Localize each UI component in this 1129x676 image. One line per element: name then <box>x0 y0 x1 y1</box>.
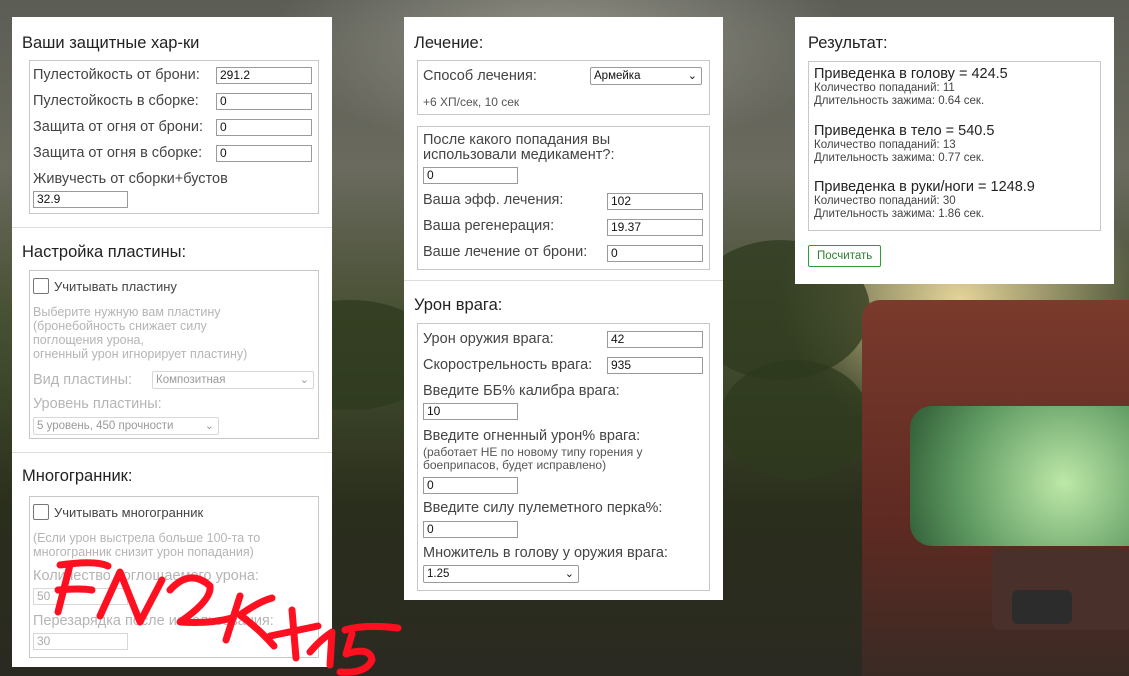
enemy-box: Урон оружия врага: 42 Скорострельность в… <box>417 323 710 591</box>
result-body-duration: Длительность зажима: 0.77 сек. <box>814 152 985 164</box>
result-block-limbs: Приведенка в руки/ноги = 1248.9 Количест… <box>814 179 1035 221</box>
background-tree <box>720 360 870 480</box>
result-block-body: Приведенка в тело = 540.5 Количество поп… <box>814 123 994 165</box>
result-head-duration: Длительность зажима: 0.64 сек. <box>814 95 985 107</box>
divider <box>12 227 332 228</box>
plate-checkbox[interactable] <box>33 278 49 294</box>
armor-fire-input[interactable]: 0 <box>216 119 312 136</box>
plate-type-value: Композитная <box>156 374 226 386</box>
enemy-fire-note: (работает НЕ по новому типу горения у <box>423 445 643 459</box>
left-panel: Ваши защитные хар-ки Пулестойкость от бр… <box>12 17 332 667</box>
result-limbs-hits: Количество попаданий: 30 <box>814 195 956 207</box>
mg-perk-input[interactable]: 0 <box>423 521 518 538</box>
plate-desc-line: огненный урон игнорирует пластину) <box>33 347 248 361</box>
healing-details-box: После какого попадания вы использовали м… <box>417 126 710 270</box>
middle-panel: Лечение: Способ лечения: Армейка ⌄ +6 ХП… <box>404 17 723 600</box>
build-fire-input[interactable]: 0 <box>216 145 312 162</box>
enemy-rof-label: Скорострельность врага: <box>423 357 593 373</box>
plate-desc-line: (бронебойность снижает силу <box>33 319 207 333</box>
healing-method-note: +6 ХП/сек, 10 сек <box>423 95 520 109</box>
result-head-hits: Количество попаданий: 11 <box>814 82 955 94</box>
plate-box: Учитывать пластину Выберите нужную вам п… <box>29 270 319 439</box>
head-mult-label: Множитель в голову у оружия врага: <box>423 545 668 561</box>
result-block-head: Приведенка в голову = 424.5 Количество п… <box>814 66 1008 108</box>
healing-method-value: Армейка <box>594 70 641 82</box>
healing-question-line: После какого попадания вы <box>423 132 611 148</box>
healing-question-line: использовали медикамент?: <box>423 147 615 163</box>
build-bullet-input[interactable]: 0 <box>216 93 312 110</box>
defense-box: Пулестойкость от брони: 291.2 Пулестойко… <box>29 60 319 214</box>
result-head-value: Приведенка в голову = 424.5 <box>814 66 1008 82</box>
plate-type-select[interactable]: Композитная ⌄ <box>152 371 314 389</box>
plate-level-select[interactable]: 5 уровень, 450 прочности ⌄ <box>33 417 219 435</box>
enemy-damage-input[interactable]: 42 <box>607 331 703 348</box>
armor-heal-label: Ваше лечение от брони: <box>423 244 588 260</box>
background-vehicle <box>862 300 1129 676</box>
armor-heal-input[interactable]: 0 <box>607 245 703 262</box>
vehicle-scope <box>910 406 1129 546</box>
healing-title: Лечение: <box>414 34 484 52</box>
polyhedron-desc-line: (Если урон выстрела больше 100-та то <box>33 531 261 545</box>
head-mult-select[interactable]: 1.25 ⌄ <box>423 565 579 583</box>
armor-fire-label: Защита от огня от брони: <box>33 119 204 135</box>
head-mult-value: 1.25 <box>427 568 450 580</box>
heal-efficiency-input[interactable]: 102 <box>607 193 703 210</box>
regen-input[interactable]: 19.37 <box>607 219 703 236</box>
absorb-label: Количество поглощаемого урона: <box>33 568 259 584</box>
regen-label: Ваша регенерация: <box>423 218 555 234</box>
enemy-fire-input[interactable]: 0 <box>423 477 518 494</box>
build-bullet-label: Пулестойкость в сборке: <box>33 93 199 109</box>
healing-hit-input[interactable]: 0 <box>423 167 518 184</box>
enemy-pen-input[interactable]: 10 <box>423 403 518 420</box>
enemy-fire-note: боеприпасов, будет исправлено) <box>423 458 607 472</box>
chevron-down-icon: ⌄ <box>204 420 214 432</box>
vehicle-badge <box>1012 590 1072 624</box>
healing-method-box: Способ лечения: Армейка ⌄ +6 ХП/сек, 10 … <box>417 60 710 115</box>
vitality-input[interactable]: 32.9 <box>33 191 128 208</box>
plate-level-label: Уровень пластины: <box>33 396 162 412</box>
result-body-value: Приведенка в тело = 540.5 <box>814 123 995 139</box>
enemy-pen-label: Введите ББ% калибра врага: <box>423 383 620 399</box>
plate-checkbox-label: Учитывать пластину <box>54 279 177 294</box>
polyhedron-title: Многогранник: <box>22 467 133 485</box>
enemy-fire-label: Введите огненный урон% врага: <box>423 428 641 444</box>
result-body-hits: Количество попаданий: 13 <box>814 139 956 151</box>
armor-bullet-label: Пулестойкость от брони: <box>33 67 200 83</box>
defense-title: Ваши защитные хар-ки <box>22 34 200 52</box>
plate-desc-line: поглощения урона, <box>33 333 144 347</box>
enemy-title: Урон врага: <box>414 296 503 314</box>
enemy-damage-label: Урон оружия врага: <box>423 331 554 347</box>
vitality-label: Живучесть от сборки+бустов <box>33 171 228 187</box>
mg-perk-label: Введите силу пулеметного перка%: <box>423 500 663 516</box>
reload-label: Перезарядка после использования: <box>33 613 274 629</box>
enemy-rof-input[interactable]: 935 <box>607 357 703 374</box>
divider <box>404 280 723 281</box>
result-limbs-duration: Длительность зажима: 1.86 сек. <box>814 208 985 220</box>
result-box: Приведенка в голову = 424.5 Количество п… <box>808 61 1101 231</box>
chevron-down-icon: ⌄ <box>564 568 574 580</box>
healing-method-label: Способ лечения: <box>423 68 537 84</box>
heal-efficiency-label: Ваша эфф. лечения: <box>423 192 564 208</box>
reload-input[interactable]: 30 <box>33 633 128 650</box>
chevron-down-icon: ⌄ <box>687 70 697 82</box>
divider <box>12 452 332 453</box>
polyhedron-checkbox-label: Учитывать многогранник <box>54 505 204 520</box>
healing-method-select[interactable]: Армейка ⌄ <box>590 67 702 85</box>
polyhedron-desc-line: многогранник снизит урон попадания) <box>33 545 254 559</box>
polyhedron-checkbox[interactable] <box>33 504 49 520</box>
result-title: Результат: <box>808 34 888 52</box>
plate-title: Настройка пластины: <box>22 243 187 261</box>
absorb-input[interactable]: 50 <box>33 588 128 605</box>
build-fire-label: Защита от огня в сборке: <box>33 145 203 161</box>
polyhedron-box: Учитывать многогранник (Если урон выстре… <box>29 496 319 658</box>
result-limbs-value: Приведенка в руки/ноги = 1248.9 <box>814 179 1035 195</box>
plate-desc-line: Выберите нужную вам пластину <box>33 305 221 319</box>
chevron-down-icon: ⌄ <box>299 374 309 386</box>
plate-type-label: Вид пластины: <box>33 372 133 388</box>
plate-level-value: 5 уровень, 450 прочности <box>37 420 174 432</box>
armor-bullet-input[interactable]: 291.2 <box>216 67 312 84</box>
calculate-button[interactable]: Посчитать <box>808 245 882 267</box>
result-panel: Результат: Приведенка в голову = 424.5 К… <box>795 17 1114 284</box>
